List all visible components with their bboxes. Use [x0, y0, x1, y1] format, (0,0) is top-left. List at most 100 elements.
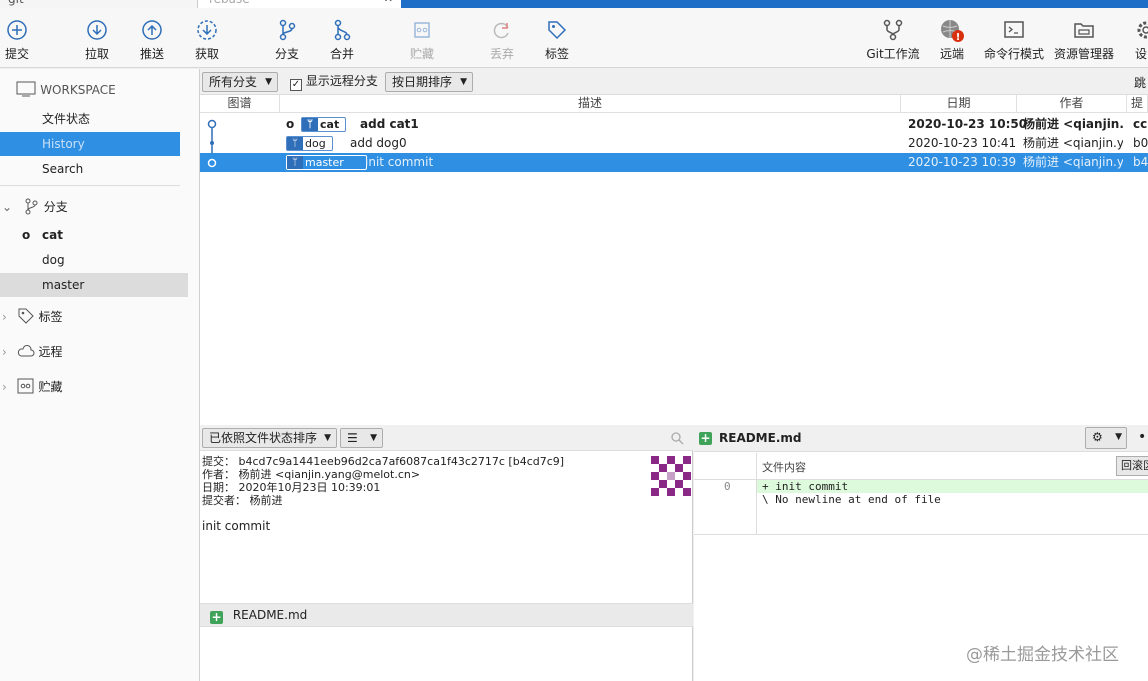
show-remote-checkbox[interactable]: ✓ 显示远程分支 [290, 74, 378, 91]
file-content-header: 文件内容 回滚区 [694, 453, 1148, 480]
fetch-icon [197, 20, 217, 40]
reverse-hunk-button[interactable]: 回滚区 [1116, 456, 1148, 476]
column-hash[interactable]: 提 [1127, 95, 1148, 113]
table-row[interactable]: o ᛘ cat add cat1 2020-10-23 10:50 杨前进 <qi… [200, 115, 1148, 134]
jump-label[interactable]: 跳 [1134, 74, 1146, 91]
commit-label: 提交 [4, 47, 29, 61]
commit-date: 2020-10-23 10:50 [908, 117, 1028, 131]
branch-icon [279, 19, 296, 41]
diff-file-name: README.md [719, 431, 802, 445]
diff-header: + README.md ⚙▼ •• [694, 425, 1148, 452]
workspace-header[interactable]: WORKSPACE [16, 78, 186, 102]
search-label: Search [42, 162, 84, 176]
changed-file-name: README.md [232, 608, 308, 622]
commit-date: 2020-10-23 10:41 [908, 136, 1017, 150]
commit-date: 2020-10-23 10:39 [908, 155, 1017, 169]
commit-hash: b4 [1133, 155, 1148, 169]
tab-git[interactable]: git [0, 0, 198, 8]
commit-button[interactable]: 提交 [0, 14, 45, 62]
more-icon[interactable]: •• [1138, 429, 1148, 445]
diff-added-line: + init commit [757, 480, 1148, 493]
commit-message: add cat1 [360, 117, 419, 131]
close-icon[interactable]: ✕ [384, 0, 393, 4]
view-mode-dropdown[interactable]: ☰ ▼ [340, 428, 383, 448]
date-line: 日期： 2020年10月23日 10:39:01 [202, 481, 381, 494]
watermark: @稀土掘金技术社区 [966, 645, 1119, 665]
sidebar-item-search[interactable]: Search [0, 157, 190, 181]
tags-header[interactable]: › 标签 [2, 305, 192, 329]
checkbox-icon: ✓ [290, 79, 302, 91]
stashes-header[interactable]: › 贮藏 [2, 375, 192, 399]
sidebar-item-history[interactable]: History [0, 132, 180, 156]
diff-options-dropdown[interactable]: ⚙ ▼ [1085, 427, 1127, 449]
remotes-label: 远程 [38, 345, 63, 359]
gear-icon [1137, 21, 1148, 39]
gitflow-button[interactable]: Git工作流 [862, 14, 924, 62]
changed-file-row[interactable]: + README.md [200, 603, 693, 627]
monitor-icon [16, 81, 36, 97]
tag-label: 标签 [544, 47, 569, 61]
discard-button[interactable]: 丢弃 [474, 14, 530, 62]
file-added-icon: + [210, 610, 223, 624]
settings-button[interactable]: 设 [1126, 14, 1148, 62]
current-branch-icon: o [22, 228, 31, 242]
commit-hash: cc [1133, 117, 1148, 131]
pull-label: 拉取 [84, 47, 109, 61]
sidebar-item-file-status[interactable]: 文件状态 [0, 107, 190, 131]
tab-bar: git rebase ✕ [0, 0, 1148, 8]
branches-header[interactable]: ⌄ 分支 [2, 195, 192, 219]
sidebar-item-branch-cat[interactable]: o cat [0, 223, 190, 247]
commit-author: 杨前进 <qianjin.ya [1023, 136, 1123, 150]
explorer-button[interactable]: 资源管理器 [1050, 14, 1118, 62]
column-author[interactable]: 作者 [1017, 95, 1127, 113]
branch-label-dog[interactable]: ᛘ dog [286, 136, 333, 151]
branch-button[interactable]: 分支 [259, 14, 315, 62]
branch-label-master[interactable]: ᛘ master [286, 155, 367, 170]
table-row[interactable]: ᛘ dog add dog0 2020-10-23 10:41 杨前进 <qian… [200, 134, 1148, 153]
gitflow-icon [883, 19, 903, 41]
details-toolbar: 已依照文件状态排序 ▼ ☰ ▼ [200, 425, 693, 451]
tab-rebase[interactable]: rebase ✕ [201, 0, 401, 8]
plus-circle-icon [7, 20, 27, 40]
terminal-button[interactable]: 命令行模式 [982, 14, 1046, 62]
avatar [651, 456, 691, 496]
sort-dropdown[interactable]: 按日期排序 ▼ [385, 72, 473, 92]
tag-button[interactable]: 标签 [529, 14, 585, 62]
tags-label: 标签 [38, 310, 63, 324]
explorer-label: 资源管理器 [1053, 47, 1114, 61]
folder-icon [1074, 23, 1094, 38]
sidebar: WORKSPACE 文件状态 History Search ⌄ 分支 o cat… [0, 69, 200, 681]
commit-message: init commit [365, 155, 434, 169]
table-row[interactable]: ᛘ master init commit 2020-10-23 10:39 杨前进… [200, 153, 1148, 172]
chevron-right-icon: › [2, 345, 7, 359]
branch-label-cat[interactable]: ᛘ cat [301, 117, 347, 132]
stash-button[interactable]: 贮藏 [394, 14, 450, 62]
branch-label: 分支 [274, 47, 299, 61]
remotes-header[interactable]: › 远程 [2, 340, 192, 364]
search-icon[interactable] [670, 431, 684, 445]
divider [0, 185, 180, 186]
branch-name: cat [320, 118, 340, 131]
sidebar-item-branch-dog[interactable]: dog [0, 248, 190, 272]
workspace-label: WORKSPACE [40, 83, 116, 97]
file-sort-label: 已依照文件状态排序 [209, 431, 318, 445]
discard-icon [493, 22, 509, 39]
column-description[interactable]: 描述 [280, 95, 901, 113]
sidebar-item-branch-master[interactable]: master [0, 273, 188, 297]
remote-label: 远端 [939, 47, 964, 61]
file-status-label: 文件状态 [42, 112, 91, 126]
remote-button[interactable]: ! 远端 [924, 14, 980, 62]
history-filter-bar: 所有分支 ▼ ✓ 显示远程分支 按日期排序 ▼ 跳 [200, 69, 1148, 95]
line-number: 0 [724, 480, 731, 493]
push-button[interactable]: 推送 [124, 14, 180, 62]
fetch-button[interactable]: 获取 [179, 14, 235, 62]
pull-button[interactable]: 拉取 [69, 14, 125, 62]
merge-button[interactable]: 合并 [314, 14, 370, 62]
column-date[interactable]: 日期 [901, 95, 1017, 113]
column-graph[interactable]: 图谱 [200, 95, 280, 113]
commit-hash-line: 提交： b4cd7c9a1441eeb96d2ca7af6087ca1f43c2… [202, 455, 565, 468]
commit-author: 杨前进 <qianjin.ya [1023, 155, 1123, 169]
file-sort-dropdown[interactable]: 已依照文件状态排序 ▼ [202, 428, 337, 448]
branch-filter-dropdown[interactable]: 所有分支 ▼ [202, 72, 278, 92]
gitflow-label: Git工作流 [866, 47, 920, 61]
